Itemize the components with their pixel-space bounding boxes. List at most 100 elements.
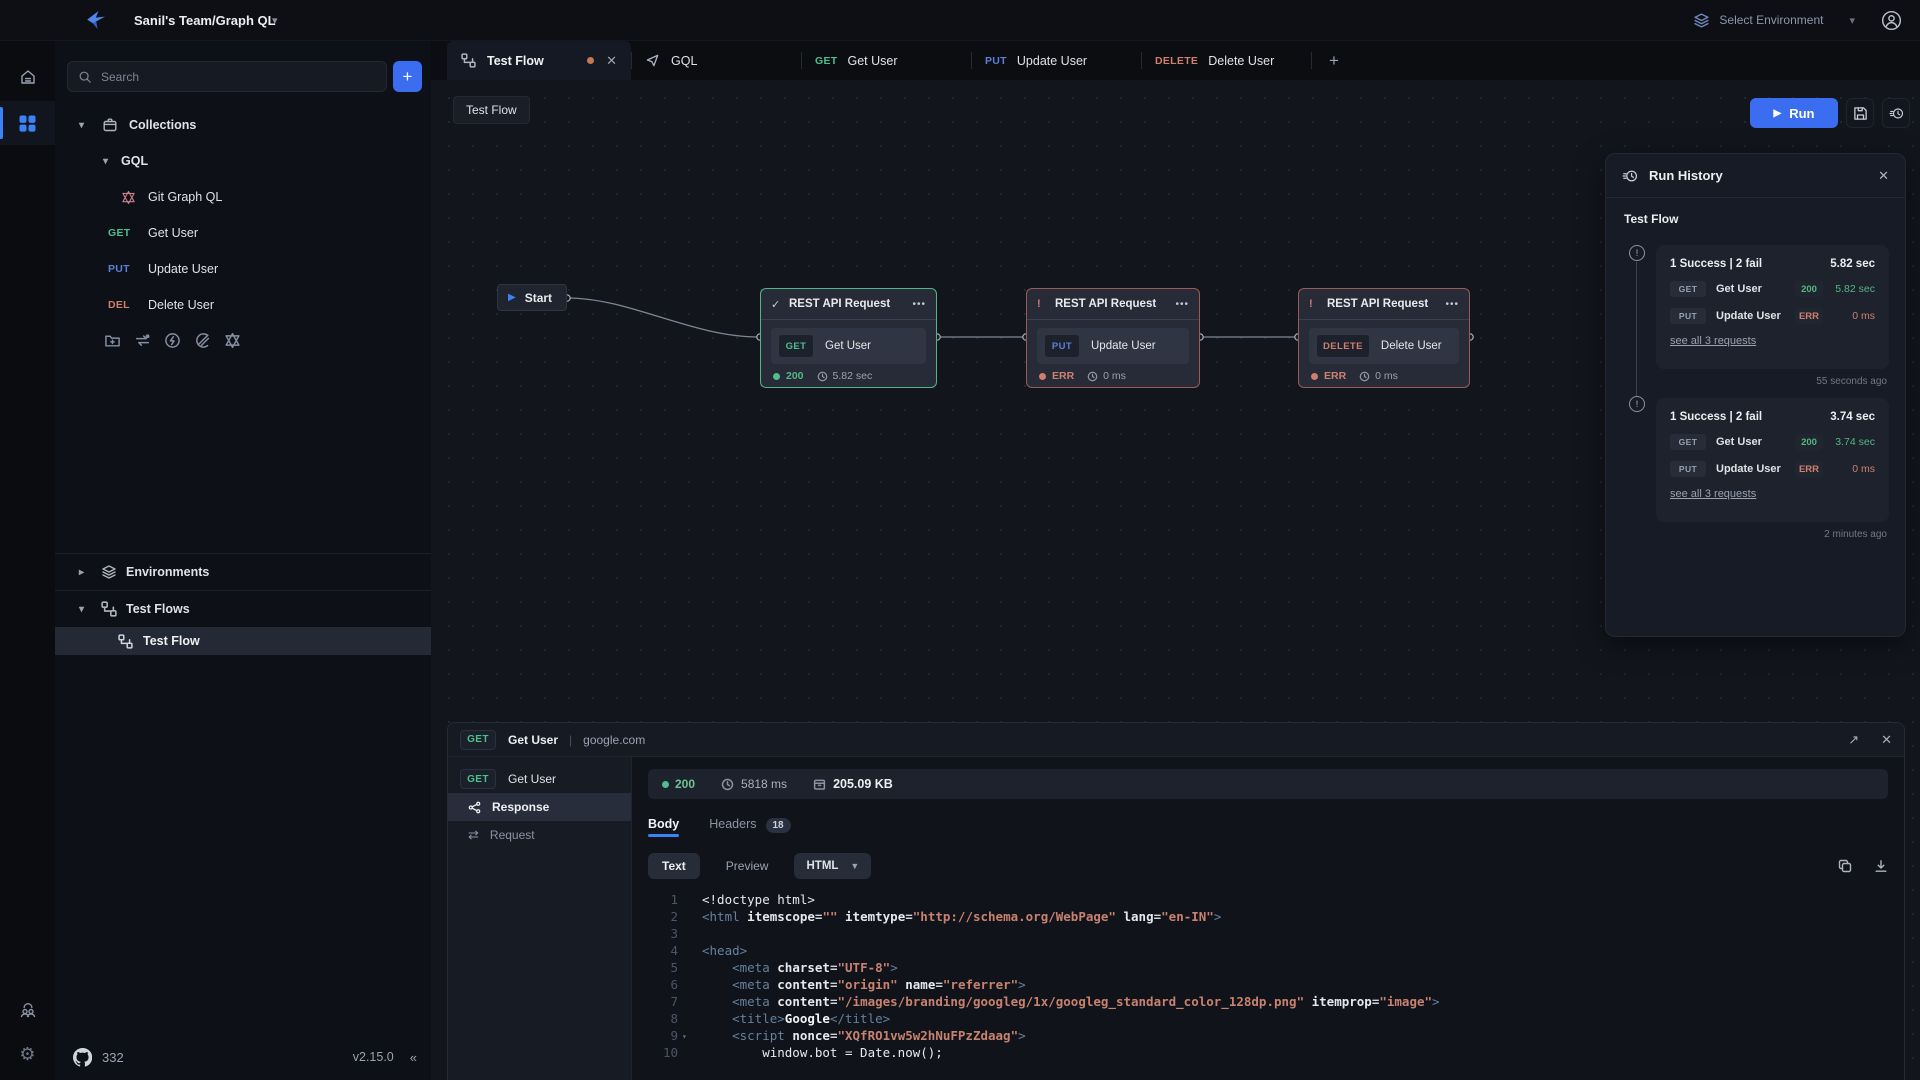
github-link[interactable]: 332 <box>73 1048 124 1067</box>
tab-update-user[interactable]: PUT Update User <box>971 41 1141 80</box>
graphql-create-icon[interactable] <box>224 332 241 349</box>
node-get-user[interactable]: ✓ REST API Request ••• GET Get User 200 … <box>760 288 937 388</box>
method-badge: PUT <box>1045 335 1079 357</box>
tab-body[interactable]: Body <box>648 817 679 831</box>
team-members-button[interactable] <box>0 988 55 1032</box>
user-avatar[interactable] <box>1881 10 1902 31</box>
settings-gear-button[interactable]: ⚙ <box>0 1032 55 1076</box>
node-menu-button[interactable]: ••• <box>912 299 926 310</box>
status-code: 200 <box>786 370 804 382</box>
tab-method: PUT <box>985 55 1007 67</box>
new-tab-button[interactable]: + <box>1311 41 1357 80</box>
node-delete-user[interactable]: ! REST API Request ••• DELETE Delete Use… <box>1298 288 1470 388</box>
request-update-user[interactable]: PUT Update User <box>55 251 431 287</box>
folder-gql[interactable]: ▾ GQL <box>55 143 431 179</box>
status-badge: 200 <box>1795 434 1823 450</box>
run-history-button[interactable] <box>1882 98 1910 128</box>
app-logo-icon[interactable] <box>84 8 108 32</box>
add-button[interactable]: + <box>393 61 422 92</box>
chevron-right-icon[interactable]: ▸ <box>79 567 89 578</box>
tab-get-user[interactable]: GET Get User <box>801 41 971 80</box>
tab-method: DELETE <box>1155 55 1198 67</box>
fold-caret-icon[interactable]: ▾ <box>682 1028 687 1045</box>
node-request-row[interactable]: PUT Update User <box>1037 328 1189 364</box>
node-update-user[interactable]: ! REST API Request ••• PUT Update User E… <box>1026 288 1200 388</box>
save-flow-button[interactable] <box>1846 98 1874 128</box>
node-request-row[interactable]: GET Get User <box>771 328 926 364</box>
format-select[interactable]: HTML ▼ <box>794 853 871 879</box>
chevron-down-icon[interactable]: ▾ <box>79 604 89 615</box>
method-label: PUT <box>108 263 148 275</box>
add-folder-icon[interactable] <box>104 332 121 349</box>
search-input[interactable] <box>101 70 376 84</box>
copy-icon[interactable] <box>1838 859 1852 873</box>
test-flows-label: Test Flows <box>126 602 190 616</box>
method-badge: GET <box>1670 281 1706 297</box>
socketio-icon[interactable] <box>194 332 211 349</box>
flow-canvas[interactable]: Test Flow ▶ Run ▶ <box>431 80 1920 1080</box>
close-tab-icon[interactable]: ✕ <box>606 53 617 69</box>
expand-panel-icon[interactable]: ↗ <box>1848 732 1859 748</box>
see-all-requests-link[interactable]: see all 3 requests <box>1670 335 1756 347</box>
collections-root[interactable]: ▾ Collections <box>55 107 431 143</box>
collections-label: Collections <box>129 118 196 132</box>
request-name: Update User <box>1091 340 1156 352</box>
run-summary: 1 Success | 2 fail <box>1670 258 1762 270</box>
test-flow-label: Test Flow <box>143 634 200 648</box>
collapse-sidebar-button[interactable]: « <box>410 1050 417 1065</box>
run-button[interactable]: ▶ Run <box>1750 98 1838 128</box>
request-delete-user[interactable]: DEL Delete User <box>55 287 431 323</box>
run-history-title: Run History <box>1649 168 1723 183</box>
see-all-requests-link[interactable]: see all 3 requests <box>1670 488 1756 500</box>
tab-delete-user[interactable]: DELETE Delete User <box>1141 41 1311 80</box>
environment-caret-icon[interactable]: ▾ <box>1849 14 1855 27</box>
status-code: ERR <box>1052 370 1074 382</box>
environments-section[interactable]: ▸ Environments <box>55 554 431 590</box>
close-panel-icon[interactable]: ✕ <box>1881 732 1892 748</box>
box-icon <box>102 117 118 133</box>
websocket-icon[interactable] <box>164 332 181 349</box>
clock-icon <box>1359 371 1370 382</box>
workspace-name[interactable]: Sanil's Team/Graph QL <box>134 13 276 28</box>
search-icon <box>78 70 92 84</box>
node-title: REST API Request <box>789 298 890 310</box>
tab-test-flow[interactable]: Test Flow ✕ <box>447 41 631 80</box>
test-flows-section[interactable]: ▾ Test Flows <box>55 591 431 627</box>
chevron-down-icon[interactable]: ▾ <box>79 120 89 131</box>
nav-response[interactable]: Response <box>448 793 631 821</box>
home-button[interactable] <box>0 55 55 99</box>
response-request-title: GET Get User <box>448 765 631 793</box>
response-size: 205.09 KB <box>833 777 893 791</box>
close-icon[interactable]: ✕ <box>1878 168 1889 184</box>
download-icon[interactable] <box>1874 859 1888 873</box>
node-request-row[interactable]: DELETE Delete User <box>1309 328 1459 364</box>
flow-name-chip: Test Flow <box>453 96 530 124</box>
node-menu-button[interactable]: ••• <box>1175 299 1189 310</box>
run-timestamp: 55 seconds ago <box>1816 376 1887 387</box>
tab-headers[interactable]: Headers18 <box>709 817 790 831</box>
sync-requests-icon[interactable] <box>134 332 151 349</box>
run-entry-card[interactable]: 1 Success | 2 fail 3.74 sec GET Get User… <box>1656 398 1889 522</box>
request-name: Update User <box>1716 463 1781 475</box>
tab-gql[interactable]: GQL <box>631 41 801 80</box>
timeline-marker: ! <box>1629 396 1645 412</box>
workspace-caret-icon[interactable]: ▾ <box>272 14 278 27</box>
start-node[interactable]: ▶ Start <box>497 284 567 311</box>
run-entry-card[interactable]: 1 Success | 2 fail 5.82 sec GET Get User… <box>1656 245 1889 369</box>
test-flow-item-selected[interactable]: Test Flow <box>55 627 431 655</box>
select-environment[interactable]: Select Environment <box>1719 13 1823 27</box>
nav-request[interactable]: ⇄ Request <box>448 821 631 849</box>
chevron-down-icon[interactable]: ▾ <box>103 156 113 167</box>
view-text-button[interactable]: Text <box>648 853 700 879</box>
workspace-grid-button[interactable] <box>0 101 55 145</box>
node-menu-button[interactable]: ••• <box>1445 299 1459 310</box>
view-preview-button[interactable]: Preview <box>726 859 769 873</box>
request-get-user[interactable]: GET Get User <box>55 215 431 251</box>
status-code: 200 <box>675 777 695 791</box>
request-label: Get User <box>148 226 198 240</box>
status-dot <box>662 781 669 788</box>
method-label: DEL <box>108 299 148 311</box>
response-panel: GET Get User | google.com ↗ ✕ GET Get Us… <box>447 722 1905 1080</box>
request-git-graph-ql[interactable]: Git Graph QL <box>55 179 431 215</box>
create-request-icon-row <box>55 323 431 357</box>
